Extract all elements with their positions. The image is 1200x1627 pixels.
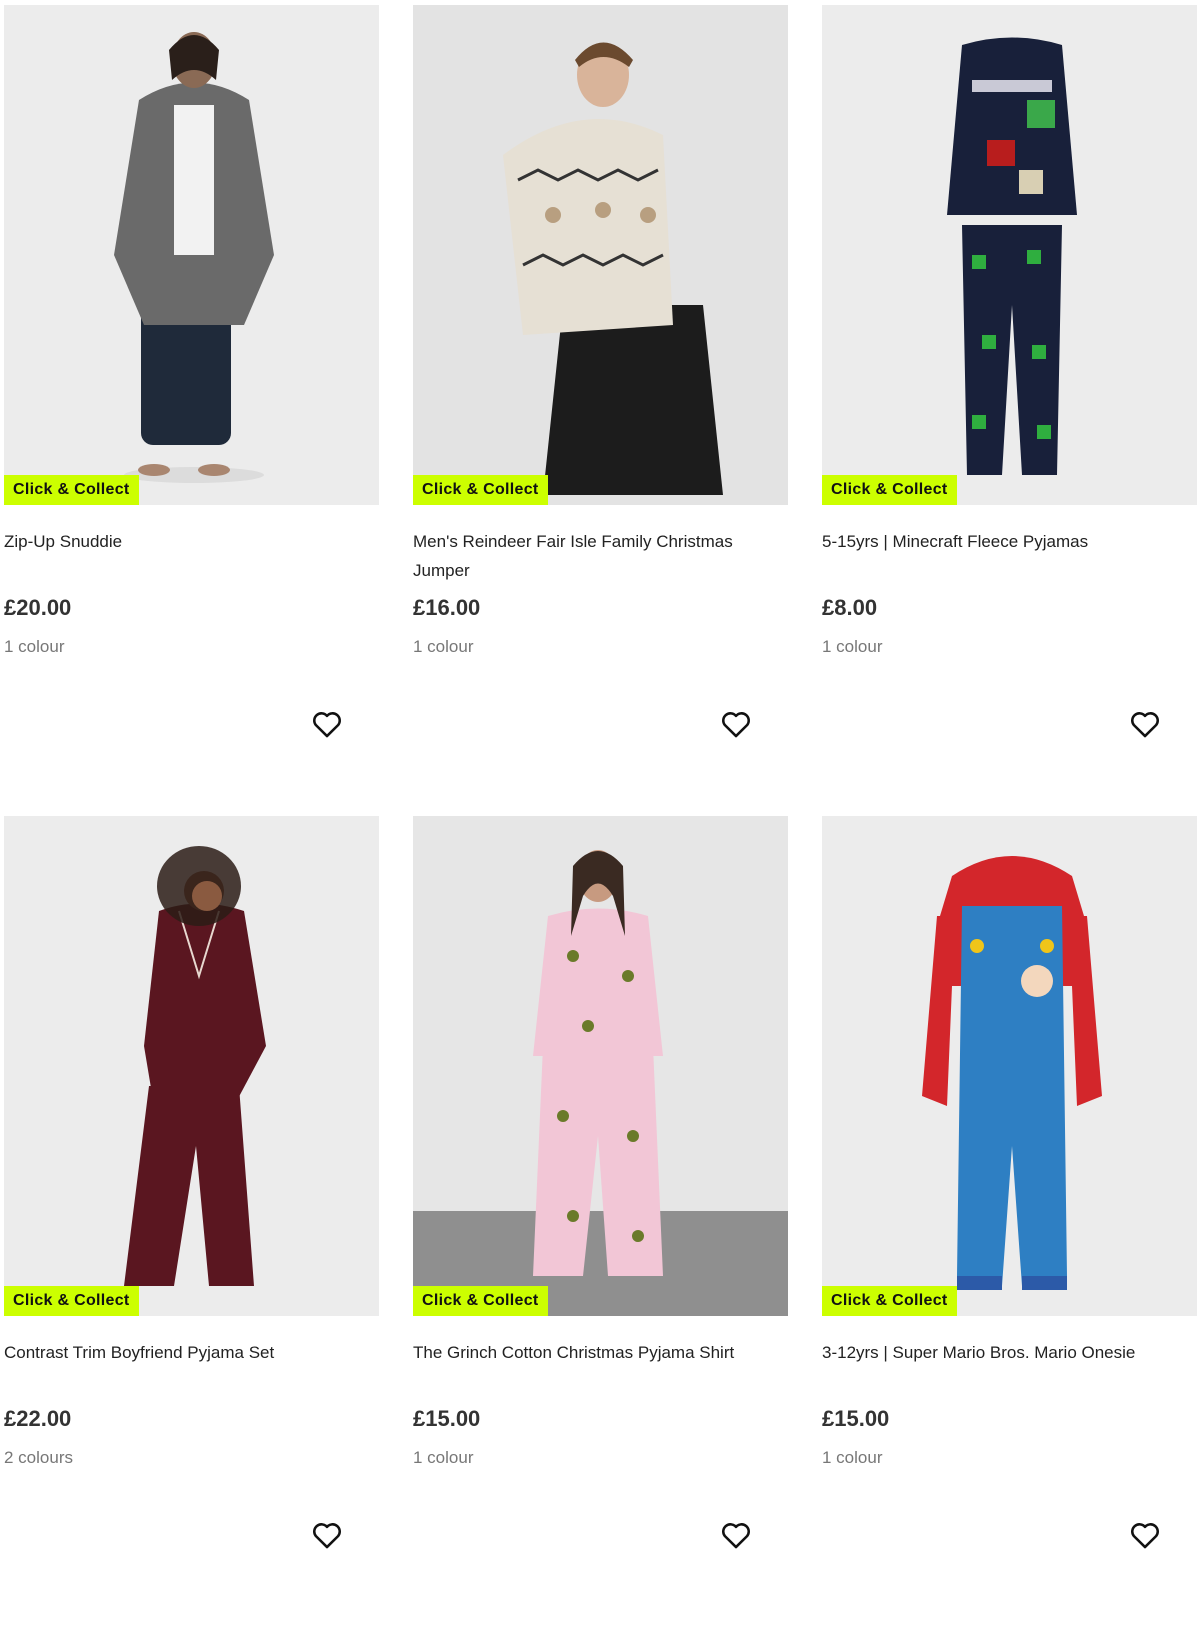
product-title[interactable]: Contrast Trim Boyfriend Pyjama Set <box>4 1338 364 1367</box>
product-card[interactable]: Click & Collect Zip-Up Snuddie £20.00 1 … <box>4 5 379 816</box>
click-collect-badge: Click & Collect <box>4 1286 139 1316</box>
grey-hooded-snuddie-photo <box>4 5 379 505</box>
product-title[interactable]: 3-12yrs | Super Mario Bros. Mario Onesie <box>822 1338 1182 1367</box>
colour-count: 1 colour <box>413 637 474 656</box>
product-title[interactable]: The Grinch Cotton Christmas Pyjama Shirt <box>413 1338 773 1367</box>
product-card[interactable]: Click & Collect 3-12yrs | Super Mario Br… <box>822 816 1197 1627</box>
colour-count: 1 colour <box>822 637 883 656</box>
product-image[interactable]: Click & Collect <box>4 5 379 505</box>
add-to-wishlist-button[interactable] <box>719 1518 753 1552</box>
mario-onesie-photo <box>822 816 1197 1316</box>
reindeer-jumper-photo <box>413 5 788 505</box>
product-image[interactable]: Click & Collect <box>413 5 788 505</box>
product-price: £22.00 <box>4 1406 72 1431</box>
product-card[interactable]: Click & Collect The Grinch Cotton Christ… <box>413 816 788 1627</box>
colour-count: 1 colour <box>822 1448 883 1467</box>
product-price: £15.00 <box>413 1406 481 1431</box>
colour-count: 1 colour <box>4 637 65 656</box>
product-price: £15.00 <box>822 1406 890 1431</box>
heart-outline-icon <box>722 1523 750 1549</box>
product-image[interactable]: Click & Collect <box>822 816 1197 1316</box>
click-collect-badge: Click & Collect <box>413 475 548 505</box>
add-to-wishlist-button[interactable] <box>310 1518 344 1552</box>
add-to-wishlist-button[interactable] <box>1128 1518 1162 1552</box>
product-price: £16.00 <box>413 595 481 620</box>
heart-outline-icon <box>313 712 341 738</box>
product-title[interactable]: 5-15yrs | Minecraft Fleece Pyjamas <box>822 527 1182 556</box>
grinch-pyjamas-photo <box>413 816 788 1316</box>
click-collect-badge: Click & Collect <box>822 475 957 505</box>
colour-count: 1 colour <box>413 1448 474 1467</box>
product-title[interactable]: Men's Reindeer Fair Isle Family Christma… <box>413 527 773 585</box>
minecraft-pyjamas-photo <box>822 5 1197 505</box>
add-to-wishlist-button[interactable] <box>310 707 344 741</box>
burgundy-pyjama-set-photo <box>4 816 379 1316</box>
product-title[interactable]: Zip-Up Snuddie <box>4 527 364 556</box>
product-image[interactable]: Click & Collect <box>413 816 788 1316</box>
click-collect-badge: Click & Collect <box>822 1286 957 1316</box>
add-to-wishlist-button[interactable] <box>1128 707 1162 741</box>
heart-outline-icon <box>722 712 750 738</box>
product-image[interactable]: Click & Collect <box>822 5 1197 505</box>
product-card[interactable]: Click & Collect Contrast Trim Boyfriend … <box>4 816 379 1627</box>
heart-outline-icon <box>1131 1523 1159 1549</box>
product-grid: Click & Collect Zip-Up Snuddie £20.00 1 … <box>4 5 1198 1627</box>
product-price: £8.00 <box>822 595 878 620</box>
click-collect-badge: Click & Collect <box>413 1286 548 1316</box>
heart-outline-icon <box>313 1523 341 1549</box>
click-collect-badge: Click & Collect <box>4 475 139 505</box>
heart-outline-icon <box>1131 712 1159 738</box>
product-image[interactable]: Click & Collect <box>4 816 379 1316</box>
colour-count: 2 colours <box>4 1448 73 1467</box>
product-card[interactable]: Click & Collect Men's Reindeer Fair Isle… <box>413 5 788 816</box>
product-price: £20.00 <box>4 595 72 620</box>
add-to-wishlist-button[interactable] <box>719 707 753 741</box>
product-card[interactable]: Click & Collect 5-15yrs | Minecraft Flee… <box>822 5 1197 816</box>
